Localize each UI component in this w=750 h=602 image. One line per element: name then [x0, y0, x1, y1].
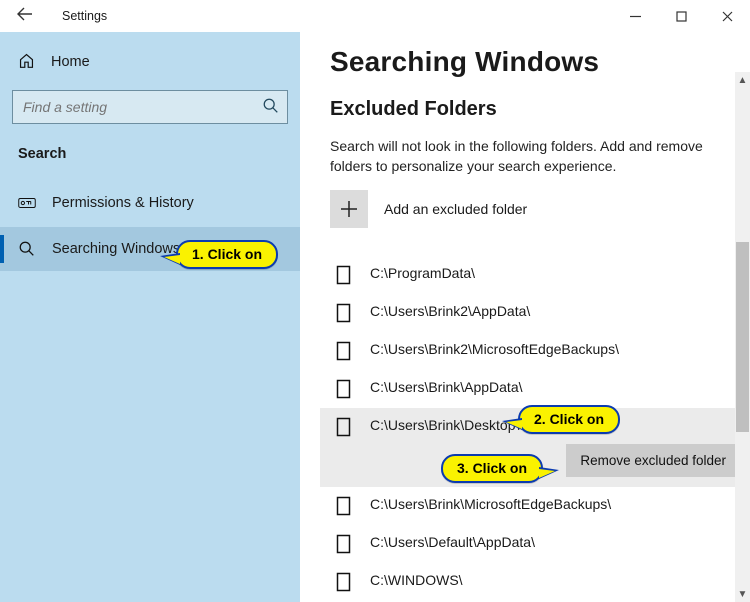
minimize-button[interactable]: [612, 0, 658, 32]
permissions-icon: [18, 195, 36, 211]
folder-path: C:\ProgramData\: [370, 265, 475, 281]
folder-path: C:\Users\Brink\Desktop\: [370, 417, 519, 433]
home-icon: [18, 52, 35, 73]
add-excluded-folder[interactable]: Add an excluded folder: [330, 190, 726, 228]
excluded-folder-row[interactable]: C:\Users\Default\AppData\: [330, 525, 726, 563]
folder-path: C:\Users\Default\AppData\: [370, 534, 535, 550]
sidebar-item-label: Permissions & History: [52, 195, 194, 211]
folder-path: C:\Users\Brink2\MicrosoftEdgeBackups\: [370, 341, 619, 357]
sidebar-home-label: Home: [51, 54, 90, 70]
folder-path: C:\Users\Brink2\AppData\: [370, 303, 530, 319]
plus-icon: [330, 190, 368, 228]
sidebar-home[interactable]: Home: [12, 44, 288, 80]
folder-icon: [336, 496, 352, 516]
sidebar-section-header: Search: [18, 146, 288, 162]
section-title: Excluded Folders: [330, 98, 726, 121]
annotation-2: 2. Click on: [518, 405, 620, 434]
excluded-folder-row[interactable]: C:\WINDOWS\: [330, 563, 726, 601]
main-content: Searching Windows Excluded Folders Searc…: [300, 32, 750, 602]
search-icon: [262, 97, 280, 118]
excluded-folder-row[interactable]: C:\Users\Brink2\AppData\: [330, 294, 726, 332]
scroll-down-icon[interactable]: ▼: [735, 586, 750, 602]
section-description: Search will not look in the following fo…: [330, 137, 710, 176]
folder-icon: [336, 572, 352, 592]
remove-excluded-folder-button[interactable]: Remove excluded folder: [566, 444, 740, 477]
close-button[interactable]: [704, 0, 750, 32]
annotation-1: 1. Click on: [176, 240, 278, 269]
folder-icon: [336, 534, 352, 554]
window-title: Settings: [40, 9, 107, 23]
folder-path: C:\Users\Brink\AppData\: [370, 379, 523, 395]
excluded-folder-row[interactable]: C:\ProgramData\: [330, 256, 726, 294]
annotation-3: 3. Click on: [441, 454, 543, 483]
folder-icon: [336, 265, 352, 285]
folder-icon: [336, 341, 352, 361]
titlebar: Settings: [0, 0, 750, 32]
page-title: Searching Windows: [330, 46, 726, 78]
folder-path: C:\Users\Brink\MicrosoftEdgeBackups\: [370, 496, 611, 512]
scroll-up-icon[interactable]: ▲: [735, 72, 750, 88]
excluded-folder-row[interactable]: C:\Users\Brink2\MicrosoftEdgeBackups\: [330, 332, 726, 370]
excluded-folder-row[interactable]: C:\Users\Brink\AppData\: [330, 370, 726, 408]
folder-icon: [336, 303, 352, 323]
settings-window: Settings Home: [0, 0, 750, 602]
search-input[interactable]: [12, 90, 288, 124]
search-input-wrap: [12, 90, 288, 124]
excluded-folder-row[interactable]: C:\Users\Brink\MicrosoftEdgeBackups\: [330, 487, 726, 525]
window-controls: [612, 0, 750, 32]
search-icon: [18, 240, 36, 258]
add-label: Add an excluded folder: [384, 201, 527, 217]
scrollbar-thumb[interactable]: [736, 242, 749, 432]
maximize-button[interactable]: [658, 0, 704, 32]
sidebar-item-permissions-history[interactable]: Permissions & History: [0, 181, 300, 225]
folder-path: C:\WINDOWS\: [370, 572, 463, 588]
scrollbar[interactable]: ▲ ▼: [735, 72, 750, 602]
folder-icon: [336, 379, 352, 399]
folder-icon: [336, 417, 352, 437]
back-button[interactable]: [10, 7, 40, 25]
sidebar: Home Search Permissions & History Sear: [0, 32, 300, 602]
